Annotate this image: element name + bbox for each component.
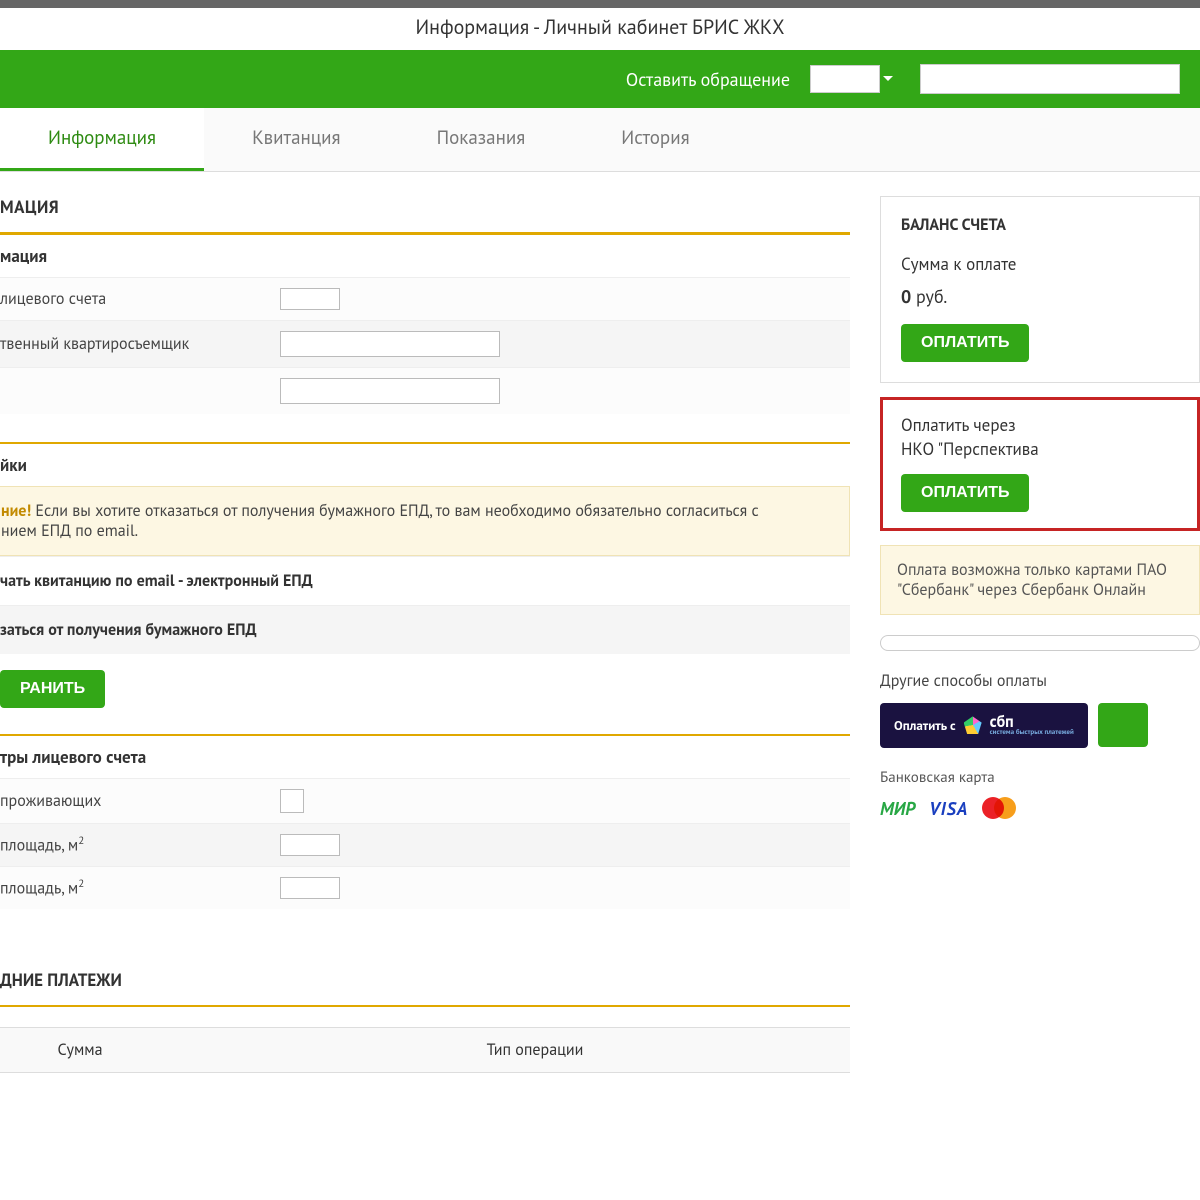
row-area-1: площадь, м2	[0, 823, 850, 866]
card-logos: МИР VISA	[880, 797, 1200, 820]
sbp-button[interactable]: Оплатить с сбп система быстрых платежей	[880, 703, 1088, 748]
save-button[interactable]: РАНИТЬ	[0, 670, 105, 708]
sidebar-input[interactable]	[880, 635, 1200, 651]
search-input[interactable]	[920, 64, 1180, 94]
tabs: Информация Квитанция Показания История	[0, 108, 1200, 172]
mastercard-logo	[982, 797, 1016, 819]
mir-logo: МИР	[880, 797, 915, 820]
bank-card-title: Банковская карта	[880, 768, 1200, 787]
pay-perspektiva-card: Оплатить через НКО "Перспектива ОПЛАТИТЬ	[880, 397, 1200, 531]
balance-card: БАЛАНС СЧЕТА Сумма к оплате 0 руб. ОПЛАТ…	[880, 196, 1200, 383]
label-area-2: площадь, м2	[0, 877, 280, 898]
check-refuse-paper[interactable]: заться от получения бумажного ЕПД	[0, 605, 850, 654]
row-tenant: твенный квартиросъемщик	[0, 320, 850, 367]
balance-sum-label: Сумма к оплате	[901, 253, 1179, 275]
info-subhead: мация	[0, 235, 850, 277]
label-area-1: площадь, м2	[0, 834, 280, 855]
balance-amount: 0 руб.	[901, 285, 1179, 308]
col-type: Тип операции	[220, 1040, 850, 1060]
visa-logo: VISA	[929, 797, 968, 820]
sber-note: Оплата возможна только картами ПАО "Сбер…	[880, 545, 1200, 615]
field-address[interactable]	[280, 378, 500, 404]
alert-text-1: Если вы хотите отказаться от получения б…	[31, 501, 759, 521]
tab-receipt[interactable]: Квитанция	[204, 108, 389, 171]
field-area-1[interactable]	[280, 834, 340, 856]
label-residents: проживающих	[0, 791, 280, 811]
settings-alert: ние! Если вы хотите отказаться от получе…	[0, 486, 850, 556]
row-residents: проживающих	[0, 778, 850, 823]
check-email-epd[interactable]: чать квитанцию по email - электронный ЕП…	[0, 556, 850, 605]
sbp-label: Оплатить с	[894, 717, 956, 734]
field-account[interactable]	[280, 288, 340, 310]
payments-heading: ДНИЕ ПЛАТЕЖИ	[0, 959, 850, 1005]
row-area-2: площадь, м2	[0, 866, 850, 909]
balance-title: БАЛАНС СЧЕТА	[901, 215, 1179, 235]
other-pay-title: Другие способы оплаты	[880, 671, 1200, 691]
sbp-logo: сбп система быстрых платежей	[990, 715, 1074, 736]
tab-info[interactable]: Информация	[0, 108, 204, 171]
label-tenant: твенный квартиросъемщик	[0, 334, 280, 354]
page-title: Информация - Личный кабинет БРИС ЖКХ	[0, 8, 1200, 50]
sidebar: БАЛАНС СЧЕТА Сумма к оплате 0 руб. ОПЛАТ…	[880, 196, 1200, 1073]
field-tenant[interactable]	[280, 331, 500, 357]
field-residents[interactable]	[280, 789, 304, 813]
tab-history[interactable]: История	[573, 108, 737, 171]
alert-text-2: нием ЕПД по email.	[1, 521, 138, 541]
pay-button-main[interactable]: ОПЛАТИТЬ	[901, 324, 1029, 362]
label-account: лицевого счета	[0, 289, 280, 309]
appeal-link[interactable]: Оставить обращение	[626, 68, 790, 91]
window-chrome-top	[0, 0, 1200, 8]
tab-readings[interactable]: Показания	[389, 108, 574, 171]
sbp-icon	[964, 716, 982, 734]
payments-table-head: Сумма Тип операции	[0, 1027, 850, 1073]
row-account-number: лицевого счета	[0, 277, 850, 320]
col-sum: Сумма	[0, 1040, 220, 1060]
page-heading: МАЦИЯ	[0, 196, 850, 218]
other-pay-button[interactable]	[1098, 703, 1148, 747]
main-content: МАЦИЯ мация лицевого счета твенный кварт…	[0, 196, 880, 1073]
row-address	[0, 367, 850, 414]
field-area-2[interactable]	[280, 877, 340, 899]
header-bar: Ц Оставить обращение	[0, 50, 1200, 108]
params-subhead: тры лицевого счета	[0, 736, 850, 778]
account-dropdown[interactable]	[810, 65, 880, 93]
settings-subhead: йки	[0, 444, 850, 486]
perspektiva-line1: Оплатить через	[901, 414, 1179, 436]
pay-button-perspektiva[interactable]: ОПЛАТИТЬ	[901, 474, 1029, 512]
perspektiva-line2: НКО "Перспектива	[901, 438, 1179, 460]
alert-bold: ние!	[1, 501, 31, 521]
